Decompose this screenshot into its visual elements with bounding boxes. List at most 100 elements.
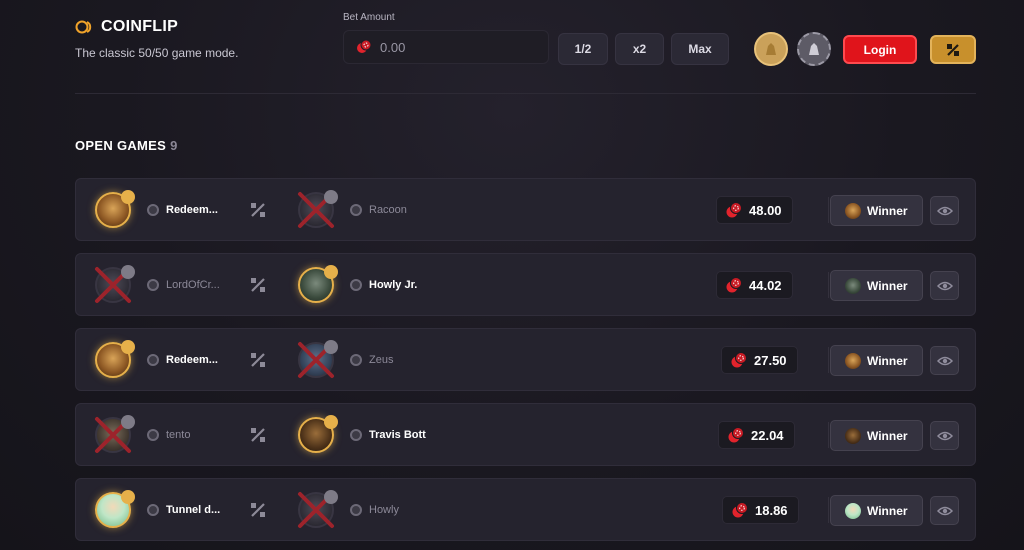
winner-label: Winner xyxy=(867,428,908,443)
right-player-name[interactable]: Howly Jr. xyxy=(369,279,417,291)
eye-icon xyxy=(936,506,953,515)
coin-side-badge-icon xyxy=(324,265,338,279)
pot-amount: 44.02 xyxy=(716,271,793,299)
bet-amount-field[interactable] xyxy=(343,30,549,64)
chip-icon xyxy=(728,427,744,443)
coin-side-badge-icon xyxy=(121,415,135,429)
page-subtitle: The classic 50/50 game mode. xyxy=(75,46,239,60)
brand[interactable]: COINFLIP xyxy=(75,18,178,36)
winner-avatar xyxy=(845,352,861,369)
bet-amount-input[interactable] xyxy=(378,38,532,56)
level-icon xyxy=(147,504,159,516)
winner-button[interactable]: Winner xyxy=(830,195,923,226)
versus-icon xyxy=(251,353,265,367)
level-icon xyxy=(147,204,159,216)
winner-label: Winner xyxy=(867,278,908,293)
bet-amount-label: Bet Amount xyxy=(343,12,395,23)
level-icon xyxy=(147,279,159,291)
pot-amount-value: 27.50 xyxy=(754,352,787,368)
pot-amount: 48.00 xyxy=(716,196,793,224)
winner-avatar xyxy=(845,277,861,294)
silver-coin-side-button[interactable] xyxy=(797,32,831,66)
winner-label: Winner xyxy=(867,353,908,368)
coin-side-badge-icon xyxy=(324,190,338,204)
game-row[interactable]: Tunnel d... Howly 18.86 Winner xyxy=(75,478,976,541)
versus-icon xyxy=(251,203,265,217)
versus-icon xyxy=(251,503,265,517)
gold-side-icon xyxy=(766,43,776,55)
right-player-name[interactable]: Travis Bott xyxy=(369,429,426,441)
level-icon xyxy=(147,354,159,366)
coin-side-badge-icon xyxy=(121,340,135,354)
double-bet-button[interactable]: x2 xyxy=(615,33,664,65)
coinflip-logo-icon xyxy=(75,20,92,34)
player-avatar[interactable] xyxy=(95,265,135,303)
left-player-name[interactable]: Redeem... xyxy=(166,204,218,216)
gold-coin-side-button[interactable] xyxy=(754,32,788,66)
level-icon xyxy=(350,204,362,216)
silver-side-icon xyxy=(809,43,819,55)
left-player-name[interactable]: LordOfCr... xyxy=(166,279,220,291)
view-game-button[interactable] xyxy=(930,196,959,225)
game-row[interactable]: Redeem... Zeus 27.50 Winner xyxy=(75,328,976,391)
left-player-name[interactable]: tento xyxy=(166,429,190,441)
login-button[interactable]: Login xyxy=(843,35,917,64)
pot-amount-value: 44.02 xyxy=(749,277,782,293)
player-avatar[interactable] xyxy=(298,265,338,303)
game-row[interactable]: LordOfCr... Howly Jr. 44.02 Winner xyxy=(75,253,976,316)
open-games-count: 9 xyxy=(170,138,178,153)
level-icon xyxy=(350,279,362,291)
coin-side-badge-icon xyxy=(324,340,338,354)
coin-side-badge-icon xyxy=(324,490,338,504)
left-player-name[interactable]: Redeem... xyxy=(166,354,218,366)
page-title: COINFLIP xyxy=(101,18,179,35)
max-bet-button[interactable]: Max xyxy=(671,33,729,65)
view-game-button[interactable] xyxy=(930,346,959,375)
winner-button[interactable]: Winner xyxy=(830,270,923,301)
view-game-button[interactable] xyxy=(930,421,959,450)
right-player-name[interactable]: Howly xyxy=(369,504,399,516)
winner-button[interactable]: Winner xyxy=(830,345,923,376)
chip-icon xyxy=(731,352,747,368)
promo-button[interactable] xyxy=(930,35,976,64)
eye-icon xyxy=(936,206,953,215)
chip-icon xyxy=(357,39,372,53)
right-player-name[interactable]: Zeus xyxy=(369,354,393,366)
player-avatar[interactable] xyxy=(298,340,338,378)
level-icon xyxy=(147,429,159,441)
player-avatar[interactable] xyxy=(95,340,135,378)
winner-label: Winner xyxy=(867,503,908,518)
player-avatar[interactable] xyxy=(95,415,135,453)
coin-side-badge-icon xyxy=(121,490,135,504)
eye-icon xyxy=(936,431,953,440)
half-bet-button[interactable]: 1/2 xyxy=(558,33,608,65)
winner-button[interactable]: Winner xyxy=(830,420,923,451)
right-player-name[interactable]: Racoon xyxy=(369,204,407,216)
pot-amount: 18.86 xyxy=(722,496,799,524)
row-separator xyxy=(828,272,829,298)
row-separator xyxy=(828,347,829,373)
coin-side-badge-icon xyxy=(121,265,135,279)
pot-amount-value: 48.00 xyxy=(749,202,782,218)
row-separator xyxy=(828,497,829,523)
chip-icon xyxy=(726,277,742,293)
versus-icon xyxy=(251,428,265,442)
winner-button[interactable]: Winner xyxy=(830,495,923,526)
player-avatar[interactable] xyxy=(298,190,338,228)
versus-icon xyxy=(251,278,265,292)
winner-avatar xyxy=(845,502,861,519)
player-avatar[interactable] xyxy=(298,490,338,528)
player-avatar[interactable] xyxy=(95,490,135,528)
player-avatar[interactable] xyxy=(298,415,338,453)
coin-side-badge-icon xyxy=(121,190,135,204)
player-avatar[interactable] xyxy=(95,190,135,228)
game-row[interactable]: tento Travis Bott 22.04 Winner xyxy=(75,403,976,466)
pot-amount: 22.04 xyxy=(718,421,795,449)
percent-ticket-icon xyxy=(947,43,959,56)
game-row[interactable]: Redeem... Racoon 48.00 Winner xyxy=(75,178,976,241)
view-game-button[interactable] xyxy=(930,271,959,300)
view-game-button[interactable] xyxy=(930,496,959,525)
header-divider xyxy=(75,93,976,94)
left-player-name[interactable]: Tunnel d... xyxy=(166,504,220,516)
row-separator xyxy=(828,422,829,448)
